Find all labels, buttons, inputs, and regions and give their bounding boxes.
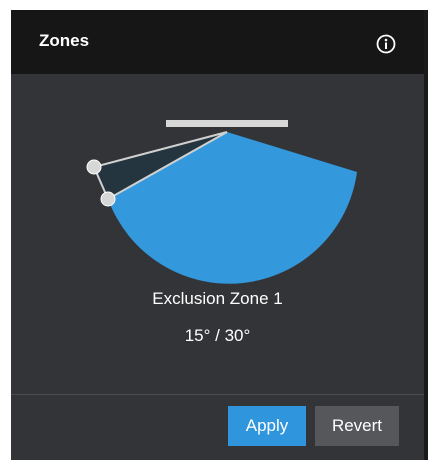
panel-title: Zones (39, 31, 90, 50)
panel-header: Zones (11, 10, 424, 74)
zone-handle-end[interactable] (100, 191, 116, 207)
revert-button[interactable]: Revert (315, 406, 399, 446)
zone-visualization (86, 120, 357, 284)
zones-panel: Zones Exclusion Zone 1 15° / 30° Apply R… (11, 10, 428, 460)
zone-name: Exclusion Zone 1 (152, 289, 283, 308)
footer-divider (11, 394, 424, 395)
zone-handle-start[interactable] (86, 159, 102, 175)
sensor-bar (166, 120, 288, 127)
apply-button[interactable]: Apply (228, 406, 306, 446)
zone-angles: 15° / 30° (184, 326, 251, 345)
info-icon[interactable] (376, 34, 396, 54)
